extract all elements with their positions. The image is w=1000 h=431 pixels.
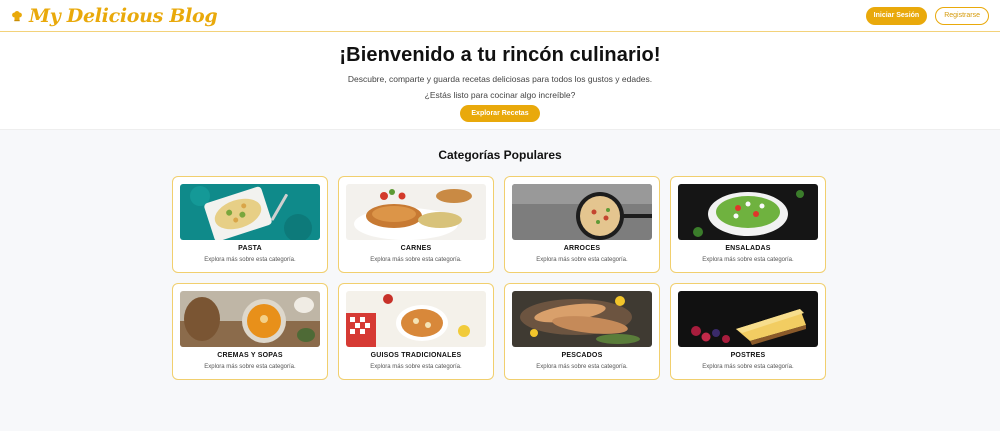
stew-bowl-image [346, 291, 486, 347]
hero-title: ¡Bienvenido a tu rincón culinario! [339, 44, 661, 66]
category-card-carnes[interactable]: CARNES Explora más sobre esta categoría. [338, 176, 494, 273]
category-description: Explora más sobre esta categoría. [204, 257, 296, 263]
register-button[interactable]: Registrarse [935, 6, 989, 25]
hero-subtitle: Descubre, comparte y guarda recetas deli… [347, 74, 653, 84]
rice-pan-image [512, 184, 652, 240]
category-card-cremas-y-sopas[interactable]: CREMAS Y SOPAS Explora más sobre esta ca… [172, 283, 328, 380]
brand[interactable]: My Delicious Blog [11, 4, 218, 27]
pasta-dish-image [180, 184, 320, 240]
category-description: Explora más sobre esta categoría. [536, 364, 628, 370]
brand-name: My Delicious Blog [29, 4, 218, 27]
category-description: Explora más sobre esta categoría. [536, 257, 628, 263]
category-description: Explora más sobre esta categoría. [702, 257, 794, 263]
categories-title: Categorías Populares [438, 148, 562, 162]
category-name: ARROCES [563, 245, 601, 252]
chef-hat-icon [11, 10, 23, 22]
category-card-postres[interactable]: POSTRES Explora más sobre esta categoría… [670, 283, 826, 380]
explore-recipes-button[interactable]: Explorar Recetas [460, 105, 540, 122]
category-name: POSTRES [730, 352, 766, 359]
category-card-arroces[interactable]: ARROCES Explora más sobre esta categoría… [504, 176, 660, 273]
login-button[interactable]: Iniciar Sesión [865, 6, 928, 25]
hero-question: ¿Estás listo para cocinar algo increíble… [424, 90, 576, 100]
categories-grid: PASTA Explora más sobre esta categoría. … [172, 176, 828, 380]
category-card-ensaladas[interactable]: ENSALADAS Explora más sobre esta categor… [670, 176, 826, 273]
category-card-guisos-tradicionales[interactable]: GUISOS TRADICIONALES Explora más sobre e… [338, 283, 494, 380]
category-name: ENSALADAS [725, 245, 771, 252]
pumpkin-soup-image [180, 291, 320, 347]
category-description: Explora más sobre esta categoría. [370, 364, 462, 370]
category-name: CARNES [400, 245, 432, 252]
fish-platter-image [512, 291, 652, 347]
category-description: Explora más sobre esta categoría. [204, 364, 296, 370]
cheesecake-image [678, 291, 818, 347]
navbar: My Delicious Blog Iniciar Sesión Registr… [0, 0, 1000, 32]
hero-section: ¡Bienvenido a tu rincón culinario! Descu… [0, 32, 1000, 130]
category-name: PESCADOS [561, 352, 603, 359]
category-name: PASTA [238, 245, 262, 252]
category-card-pescados[interactable]: PESCADOS Explora más sobre esta categorí… [504, 283, 660, 380]
category-name: CREMAS Y SOPAS [217, 352, 283, 359]
category-description: Explora más sobre esta categoría. [370, 257, 462, 263]
category-card-pasta[interactable]: PASTA Explora más sobre esta categoría. [172, 176, 328, 273]
grilled-chicken-image [346, 184, 486, 240]
salad-bowl-image [678, 184, 818, 240]
category-name: GUISOS TRADICIONALES [370, 352, 462, 359]
nav-actions: Iniciar Sesión Registrarse [865, 6, 989, 25]
category-description: Explora más sobre esta categoría. [702, 364, 794, 370]
